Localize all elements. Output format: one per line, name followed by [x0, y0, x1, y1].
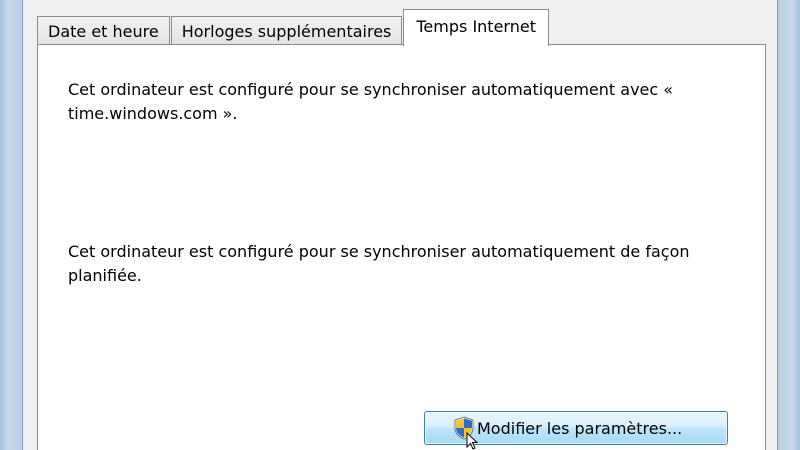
tab-strip: Date et heure Horloges supplémentaires T… [37, 8, 550, 46]
internet-time-panel: Cet ordinateur est configuré pour se syn… [37, 44, 766, 450]
dialog-body: Date et heure Horloges supplémentaires T… [23, 0, 777, 450]
tab-internet-time[interactable]: Temps Internet [403, 9, 549, 46]
change-settings-button-label: Modifier les paramètres... [477, 418, 683, 438]
window-frame-left [0, 0, 23, 450]
sync-schedule-description: Cet ordinateur est configuré pour se syn… [68, 242, 690, 285]
date-time-dialog-window: Date et heure Horloges supplémentaires T… [0, 0, 800, 450]
mouse-cursor-icon [466, 432, 479, 450]
tab-date-time[interactable]: Date et heure [37, 16, 170, 45]
tab-additional-clocks[interactable]: Horloges supplémentaires [170, 16, 403, 45]
sync-server-description: Cet ordinateur est configuré pour se syn… [68, 80, 674, 123]
window-frame-right [777, 0, 800, 450]
